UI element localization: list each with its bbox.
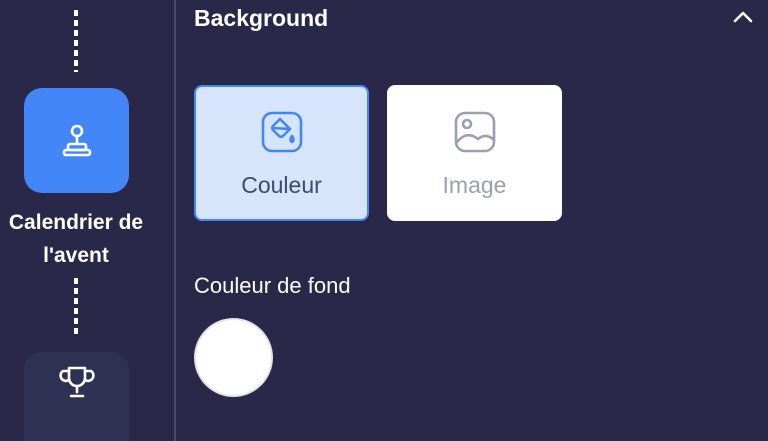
background-option-color[interactable]: Couleur [194,85,369,221]
color-field-label: Couleur de fond [194,273,351,298]
joystick-icon [62,124,91,156]
paint-bucket-icon [261,111,302,153]
stepper-connector [74,278,78,336]
background-color-swatch[interactable] [194,318,273,397]
step-calendrier-tile[interactable] [24,88,129,193]
stepper-rail: Calendrier de l'avent [0,0,175,441]
step-label: Calendrier de l'avent [8,211,144,267]
rail-divider [174,0,176,441]
step-trophy-tile[interactable] [24,352,129,441]
background-option-image[interactable]: Image [387,85,562,221]
collapse-section-button[interactable] [728,4,758,30]
stepper-connector [74,10,78,72]
background-option-label: Image [442,172,507,198]
image-icon [454,111,495,153]
page: Calendrier de l'avent Background Couleur [0,0,768,441]
background-option-label: Couleur [241,172,322,198]
trophy-icon [58,366,95,397]
section-title: Background [194,5,329,31]
chevron-up-icon [733,11,753,23]
